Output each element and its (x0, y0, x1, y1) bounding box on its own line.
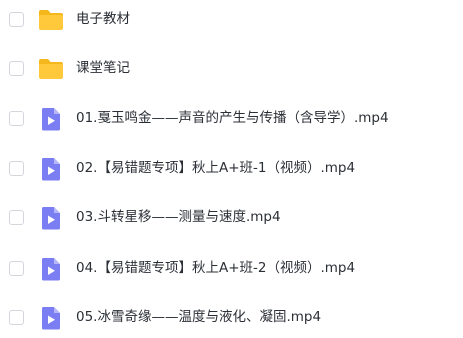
file-name[interactable]: 03.斗转星移——测量与速度.mp4 (76, 208, 281, 226)
list-item-video-4[interactable]: 04.【易错题专项】秋上A+班-2（视频）.mp4 (0, 249, 463, 289)
video-file-icon (38, 305, 64, 331)
file-name[interactable]: 电子教材 (76, 10, 130, 28)
select-checkbox[interactable] (9, 261, 24, 276)
video-file-icon (38, 205, 64, 231)
folder-icon (38, 56, 64, 82)
file-name[interactable]: 课堂笔记 (76, 59, 130, 77)
select-checkbox[interactable] (9, 61, 24, 76)
video-file-icon (38, 156, 64, 182)
list-item-video-3[interactable]: 03.斗转星移——测量与速度.mp4 (0, 198, 463, 238)
select-checkbox[interactable] (9, 161, 24, 176)
list-item-video-5[interactable]: 05.冰雪奇缘——温度与液化、凝固.mp4 (0, 298, 463, 338)
list-item-folder-1[interactable]: 电子教材 (0, 0, 463, 40)
select-checkbox[interactable] (9, 12, 24, 27)
file-name[interactable]: 04.【易错题专项】秋上A+班-2（视频）.mp4 (76, 259, 355, 277)
file-name[interactable]: 05.冰雪奇缘——温度与液化、凝固.mp4 (76, 308, 321, 326)
file-name[interactable]: 02.【易错题专项】秋上A+班-1（视频）.mp4 (76, 159, 355, 177)
video-file-icon (38, 256, 64, 282)
list-item-video-1[interactable]: 01.戛玉鸣金——声音的产生与传播（含导学）.mp4 (0, 99, 463, 139)
folder-icon (38, 7, 64, 33)
select-checkbox[interactable] (9, 210, 24, 225)
video-file-icon (38, 106, 64, 132)
file-name[interactable]: 01.戛玉鸣金——声音的产生与传播（含导学）.mp4 (76, 109, 389, 127)
list-item-folder-2[interactable]: 课堂笔记 (0, 49, 463, 89)
select-checkbox[interactable] (9, 111, 24, 126)
list-item-video-2[interactable]: 02.【易错题专项】秋上A+班-1（视频）.mp4 (0, 149, 463, 189)
select-checkbox[interactable] (9, 310, 24, 325)
